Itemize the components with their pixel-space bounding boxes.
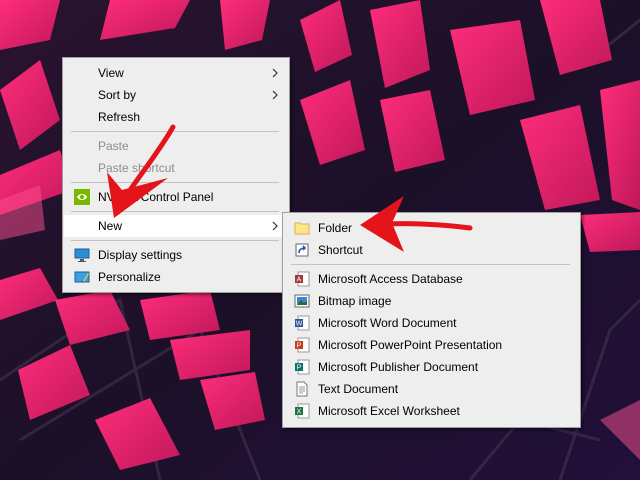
submenu-item-label: Microsoft Publisher Document [318,360,479,374]
powerpoint-icon: P [294,337,310,353]
access-database-icon: A [294,271,310,287]
word-document-icon: W [294,315,310,331]
menu-item-label: New [98,219,123,233]
menu-separator [291,264,570,265]
folder-icon [294,220,310,236]
submenu-item-label: Text Document [318,382,399,396]
menu-item-refresh[interactable]: Refresh [64,106,288,128]
submenu-item-label: Folder [318,221,353,235]
submenu-item-shortcut[interactable]: Shortcut [284,239,579,261]
submenu-item-word-document[interactable]: W Microsoft Word Document [284,312,579,334]
chevron-right-icon [272,90,278,100]
submenu-item-label: Shortcut [318,243,363,257]
menu-item-new[interactable]: New [64,215,288,237]
submenu-item-label: Bitmap image [318,294,392,308]
bitmap-image-icon [294,293,310,309]
chevron-right-icon [272,68,278,78]
chevron-right-icon [272,221,278,231]
menu-item-sort-by[interactable]: Sort by [64,84,288,106]
menu-item-label: Sort by [98,88,137,102]
menu-item-label: Paste [98,139,129,153]
menu-separator [71,131,279,132]
submenu-item-access-database[interactable]: A Microsoft Access Database [284,268,579,290]
svg-text:P: P [297,343,302,350]
menu-item-label: Display settings [98,248,183,262]
menu-item-paste-shortcut[interactable]: Paste shortcut [64,157,288,179]
submenu-item-powerpoint-presentation[interactable]: P Microsoft PowerPoint Presentation [284,334,579,356]
submenu-item-label: Microsoft Excel Worksheet [318,404,460,418]
menu-item-personalize[interactable]: Personalize [64,266,288,288]
menu-item-label: Refresh [98,110,141,124]
svg-text:P: P [297,365,302,372]
submenu-item-excel-worksheet[interactable]: X Microsoft Excel Worksheet [284,400,579,422]
submenu-item-bitmap-image[interactable]: Bitmap image [284,290,579,312]
menu-item-label: View [98,66,124,80]
menu-item-label: Paste shortcut [98,161,175,175]
svg-text:W: W [296,321,303,328]
text-document-icon [294,381,310,397]
new-submenu: Folder Shortcut A Microsoft Access Datab… [282,212,581,428]
publisher-icon: P [294,359,310,375]
menu-item-label: NVIDIA Control Panel [98,190,214,204]
menu-item-nvidia-control-panel[interactable]: NVIDIA Control Panel [64,186,288,208]
menu-item-display-settings[interactable]: Display settings [64,244,288,266]
desktop-context-menu: View Sort by Refresh Paste Paste shortcu… [62,57,290,293]
submenu-item-label: Microsoft PowerPoint Presentation [318,338,503,352]
menu-separator [71,211,279,212]
personalize-icon [74,269,90,285]
display-monitor-icon [74,247,90,263]
submenu-item-label: Microsoft Word Document [318,316,457,330]
menu-separator [71,240,279,241]
shortcut-icon [294,242,310,258]
menu-item-view[interactable]: View [64,62,288,84]
submenu-item-text-document[interactable]: Text Document [284,378,579,400]
excel-worksheet-icon: X [294,403,310,419]
svg-text:A: A [297,277,302,284]
nvidia-icon [74,189,90,205]
submenu-item-publisher-document[interactable]: P Microsoft Publisher Document [284,356,579,378]
menu-separator [71,182,279,183]
submenu-item-label: Microsoft Access Database [318,272,463,286]
svg-text:X: X [297,409,302,416]
submenu-item-folder[interactable]: Folder [284,217,579,239]
menu-item-label: Personalize [98,270,161,284]
menu-item-paste[interactable]: Paste [64,135,288,157]
